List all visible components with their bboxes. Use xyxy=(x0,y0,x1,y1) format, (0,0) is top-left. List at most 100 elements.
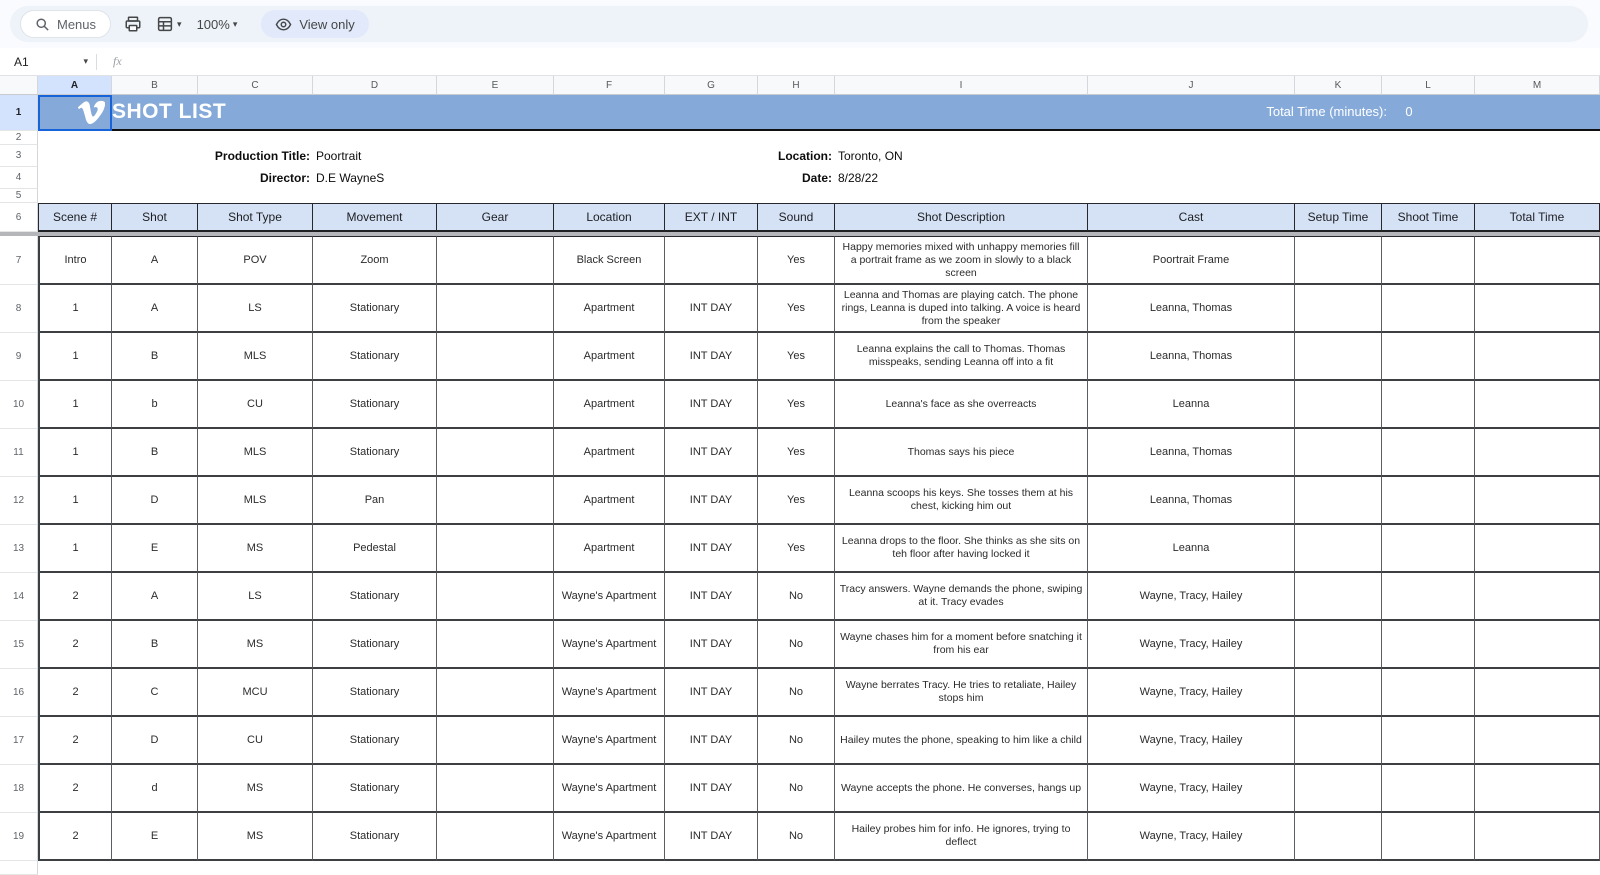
row-header-12[interactable]: 12 xyxy=(0,477,38,525)
table-cell[interactable]: Leanna, Thomas xyxy=(1088,285,1295,333)
table-cell[interactable]: Pedestal xyxy=(313,525,437,573)
table-cell[interactable]: Stationary xyxy=(313,669,437,717)
table-cell[interactable]: No xyxy=(758,717,835,765)
table-cell[interactable] xyxy=(1382,621,1475,669)
row-header-19[interactable]: 19 xyxy=(0,813,38,861)
table-cell[interactable]: INT DAY xyxy=(665,621,758,669)
table-cell[interactable] xyxy=(1382,381,1475,429)
table-cell[interactable]: 1 xyxy=(38,525,112,573)
table-cell[interactable]: Yes xyxy=(758,477,835,525)
table-cell[interactable] xyxy=(1295,669,1382,717)
column-header-H[interactable]: H xyxy=(758,76,835,95)
location-value[interactable]: Toronto, ON xyxy=(838,145,903,167)
table-cell[interactable]: MLS xyxy=(198,429,313,477)
table-cell[interactable]: INT DAY xyxy=(665,429,758,477)
column-header-C[interactable]: C xyxy=(198,76,313,95)
table-cell[interactable]: INT DAY xyxy=(665,381,758,429)
table-cell[interactable] xyxy=(1382,813,1475,861)
table-cell[interactable]: Wayne, Tracy, Hailey xyxy=(1088,669,1295,717)
table-cell[interactable]: Yes xyxy=(758,381,835,429)
name-box[interactable]: A1 ▾ xyxy=(0,55,96,69)
table-cell[interactable]: INT DAY xyxy=(665,669,758,717)
column-header-A[interactable]: A xyxy=(38,76,112,95)
table-cell[interactable] xyxy=(1475,333,1600,381)
row-header-8[interactable]: 8 xyxy=(0,285,38,333)
table-cell[interactable] xyxy=(437,717,554,765)
table-cell[interactable] xyxy=(1295,573,1382,621)
table-cell[interactable]: Yes xyxy=(758,525,835,573)
table-cell[interactable] xyxy=(1295,813,1382,861)
table-cell[interactable]: Wayne, Tracy, Hailey xyxy=(1088,573,1295,621)
table-cell[interactable] xyxy=(1382,525,1475,573)
column-header-G[interactable]: G xyxy=(665,76,758,95)
table-cell[interactable]: Pan xyxy=(313,477,437,525)
table-cell[interactable]: Happy memories mixed with unhappy memori… xyxy=(835,236,1088,285)
row-header-6[interactable]: 6 xyxy=(0,203,38,232)
table-header-cell[interactable]: Setup Time xyxy=(1295,203,1382,232)
table-cell[interactable]: CU xyxy=(198,381,313,429)
table-cell[interactable]: Leanna's face as she overreacts xyxy=(835,381,1088,429)
table-cell[interactable] xyxy=(1295,429,1382,477)
table-cell[interactable] xyxy=(1295,717,1382,765)
table-cell[interactable]: MCU xyxy=(198,669,313,717)
table-cell[interactable] xyxy=(1295,621,1382,669)
table-cell[interactable]: Wayne's Apartment xyxy=(554,573,665,621)
table-cell[interactable]: MS xyxy=(198,765,313,813)
table-cell[interactable] xyxy=(1382,477,1475,525)
column-header-E[interactable]: E xyxy=(437,76,554,95)
column-header-L[interactable]: L xyxy=(1382,76,1475,95)
table-cell[interactable]: 2 xyxy=(38,573,112,621)
table-cell[interactable]: No xyxy=(758,621,835,669)
table-cell[interactable]: Black Screen xyxy=(554,236,665,285)
row-header-16[interactable]: 16 xyxy=(0,669,38,717)
row-header-7[interactable]: 7 xyxy=(0,236,38,285)
table-cell[interactable]: MS xyxy=(198,813,313,861)
table-cell[interactable]: CU xyxy=(198,717,313,765)
table-cell[interactable] xyxy=(1295,477,1382,525)
table-cell[interactable]: Stationary xyxy=(313,429,437,477)
table-cell[interactable]: 2 xyxy=(38,621,112,669)
table-header-cell[interactable]: Shot xyxy=(112,203,198,232)
table-cell[interactable] xyxy=(1475,813,1600,861)
table-cell[interactable]: 1 xyxy=(38,285,112,333)
table-cell[interactable]: Hailey probes him for info. He ignores, … xyxy=(835,813,1088,861)
column-header-F[interactable]: F xyxy=(554,76,665,95)
table-cell[interactable]: 2 xyxy=(38,813,112,861)
table-cell[interactable]: LS xyxy=(198,285,313,333)
table-cell[interactable]: No xyxy=(758,669,835,717)
table-cell[interactable] xyxy=(1382,765,1475,813)
table-cell[interactable] xyxy=(1475,621,1600,669)
column-header-K[interactable]: K xyxy=(1295,76,1382,95)
table-cell[interactable]: Wayne accepts the phone. He converses, h… xyxy=(835,765,1088,813)
table-cell[interactable]: 1 xyxy=(38,477,112,525)
table-cell[interactable] xyxy=(1382,669,1475,717)
table-cell[interactable]: MS xyxy=(198,621,313,669)
table-cell[interactable]: 1 xyxy=(38,381,112,429)
table-cell[interactable] xyxy=(1295,236,1382,285)
table-cell[interactable]: Yes xyxy=(758,285,835,333)
table-cell[interactable]: Wayne, Tracy, Hailey xyxy=(1088,765,1295,813)
table-header-cell[interactable]: Cast xyxy=(1088,203,1295,232)
table-cell[interactable] xyxy=(1382,573,1475,621)
table-cell[interactable]: 2 xyxy=(38,669,112,717)
table-cell[interactable] xyxy=(1475,477,1600,525)
table-cell[interactable] xyxy=(1295,765,1382,813)
table-cell[interactable] xyxy=(437,765,554,813)
banner-cell[interactable]: SHOT LIST Total Time (minutes): 0 xyxy=(38,95,1600,131)
grid-corner-box[interactable] xyxy=(0,76,38,95)
table-cell[interactable]: Yes xyxy=(758,429,835,477)
table-cell[interactable]: Yes xyxy=(758,236,835,285)
table-cell[interactable]: b xyxy=(112,381,198,429)
table-cell[interactable]: Intro xyxy=(38,236,112,285)
table-cell[interactable]: Thomas says his piece xyxy=(835,429,1088,477)
table-cell[interactable]: Leanna, Thomas xyxy=(1088,429,1295,477)
table-cell[interactable]: LS xyxy=(198,573,313,621)
table-cell[interactable]: Leanna xyxy=(1088,381,1295,429)
table-cell[interactable]: Stationary xyxy=(313,621,437,669)
table-cell[interactable]: E xyxy=(112,813,198,861)
row-header-11[interactable]: 11 xyxy=(0,429,38,477)
view-only-badge[interactable]: View only xyxy=(261,10,368,38)
table-cell[interactable]: E xyxy=(112,525,198,573)
table-cell[interactable]: Apartment xyxy=(554,333,665,381)
table-cell[interactable]: Stationary xyxy=(313,573,437,621)
